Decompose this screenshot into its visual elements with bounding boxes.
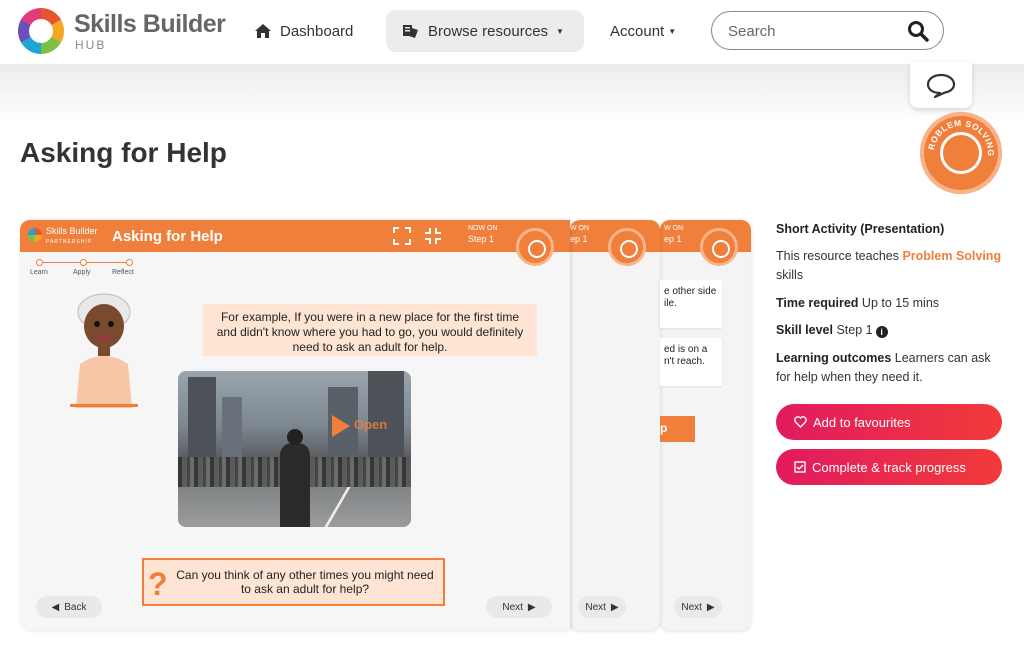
search-box (711, 11, 944, 50)
time-required: Time required Up to 15 mins (776, 296, 940, 310)
step-label: Step 1 (468, 234, 495, 244)
next-button[interactable]: Next ▶ (486, 596, 552, 618)
back-button[interactable]: ◀ Back (36, 596, 102, 618)
back-label: Back (64, 601, 87, 613)
video-player[interactable]: Open (178, 371, 411, 527)
problem-solving-mini-badge (700, 228, 738, 266)
puzzle-icon (940, 132, 982, 174)
skills-builder-logo[interactable]: Skills Builder HUB (18, 8, 226, 56)
slide-progress: Learn Apply Reflect (30, 258, 150, 278)
nav-account-label: Account (610, 22, 665, 40)
back-orange-button: p (660, 416, 695, 442)
play-left-icon: ◀ (51, 601, 60, 613)
next-button[interactable]: Next ▶ (674, 596, 722, 618)
slide-front: Skills Builder PARTNERSHIP Asking for Hel… (20, 220, 570, 630)
question-box: ? Can you think of any other times you m… (142, 558, 445, 606)
complete-track-progress-button[interactable]: Complete & track progress (776, 449, 1002, 485)
progress-dot (36, 259, 43, 266)
progress-learn: Learn (30, 269, 48, 276)
info-icon[interactable]: i (875, 326, 888, 338)
learning-outcomes: Learning outcomes Learners can ask for h… (776, 351, 991, 384)
chat-bubble-icon (926, 73, 956, 98)
teaches-line: This resource teaches Problem Solving sk… (776, 249, 1002, 282)
now-on-label: W ON (664, 225, 684, 232)
question-mark-icon: ? (148, 566, 168, 602)
play-right-icon: ▶ (527, 601, 536, 613)
chevron-down-icon: ▼ (668, 26, 677, 36)
slide-title: Asking for Help (112, 228, 223, 245)
question-text: Can you think of any other times you mig… (176, 568, 434, 596)
progress-reflect: Reflect (112, 269, 134, 276)
presentation-preview[interactable]: W ON ep 1 Next ▶ W ON ep 1 Next ▶ e other … (20, 220, 751, 630)
play-button[interactable]: Open (310, 409, 390, 441)
next-label: Next (502, 601, 523, 613)
nav-account[interactable]: Account ▼ (610, 10, 676, 52)
progress-apply: Apply (73, 269, 91, 276)
video-figure (280, 429, 310, 527)
play-right-icon: ▶ (610, 601, 619, 613)
progress-dot (126, 259, 133, 266)
page-title: Asking for Help (20, 137, 227, 168)
nav-dashboard[interactable]: Dashboard (254, 10, 353, 52)
logo-sub: HUB (75, 38, 107, 52)
problem-solving-mini-badge (608, 228, 646, 266)
character-avatar (70, 293, 138, 408)
home-icon (255, 24, 271, 38)
logo-name: Skills Builder (74, 10, 226, 38)
site-header: Skills Builder HUB Dashboard Browse reso… (0, 0, 1024, 64)
play-icon (332, 415, 350, 437)
add-to-favourites-button[interactable]: Add to favourites (776, 404, 1002, 440)
exit-fullscreen-icon[interactable] (423, 226, 443, 246)
skill-level: Skill level Step 1i (776, 321, 1002, 340)
heart-icon (794, 416, 807, 428)
now-on-label: NOW ON (468, 225, 498, 232)
problem-solving-mini-badge (516, 228, 554, 266)
nav-browse-resources[interactable]: Browse resources ▼ (386, 10, 584, 52)
nav-dashboard-label: Dashboard (280, 22, 354, 40)
play-right-icon: ▶ (706, 601, 715, 613)
fullscreen-icon[interactable] (392, 226, 412, 246)
logo-ring-icon (18, 8, 64, 54)
chat-button[interactable] (910, 62, 972, 108)
slide-back-2: W ON ep 1 Next ▶ (570, 220, 660, 630)
now-on-label: W ON (570, 225, 590, 232)
slide-brand: Skills Builder PARTNERSHIP (46, 226, 98, 246)
back-card-text-1: e other side ile. (660, 280, 722, 328)
activity-type: Short Activity (Presentation) (776, 222, 945, 236)
speech-bubble: For example, If you were in a new place … (203, 304, 537, 356)
problem-solving-badge: PROBLEM SOLVING (920, 112, 1002, 194)
browse-resources-icon (403, 25, 418, 38)
add-to-favourites-label: Add to favourites (813, 414, 911, 430)
skills-builder-mini-logo-icon (28, 228, 42, 242)
skill-link[interactable]: Problem Solving (902, 249, 1001, 263)
complete-track-progress-label: Complete & track progress (812, 459, 966, 475)
nav-browse-label: Browse resources (428, 22, 549, 40)
chevron-down-icon: ▼ (556, 26, 564, 36)
search-input[interactable] (728, 20, 898, 42)
next-button[interactable]: Next ▶ (578, 596, 626, 618)
progress-dot (80, 259, 87, 266)
back-card-text-2: ed is on a n't reach. (660, 338, 722, 386)
header-shadow-band (0, 64, 1024, 124)
checkbox-icon (794, 461, 806, 473)
video-open-label: Open (354, 417, 388, 432)
search-icon[interactable] (907, 20, 929, 42)
